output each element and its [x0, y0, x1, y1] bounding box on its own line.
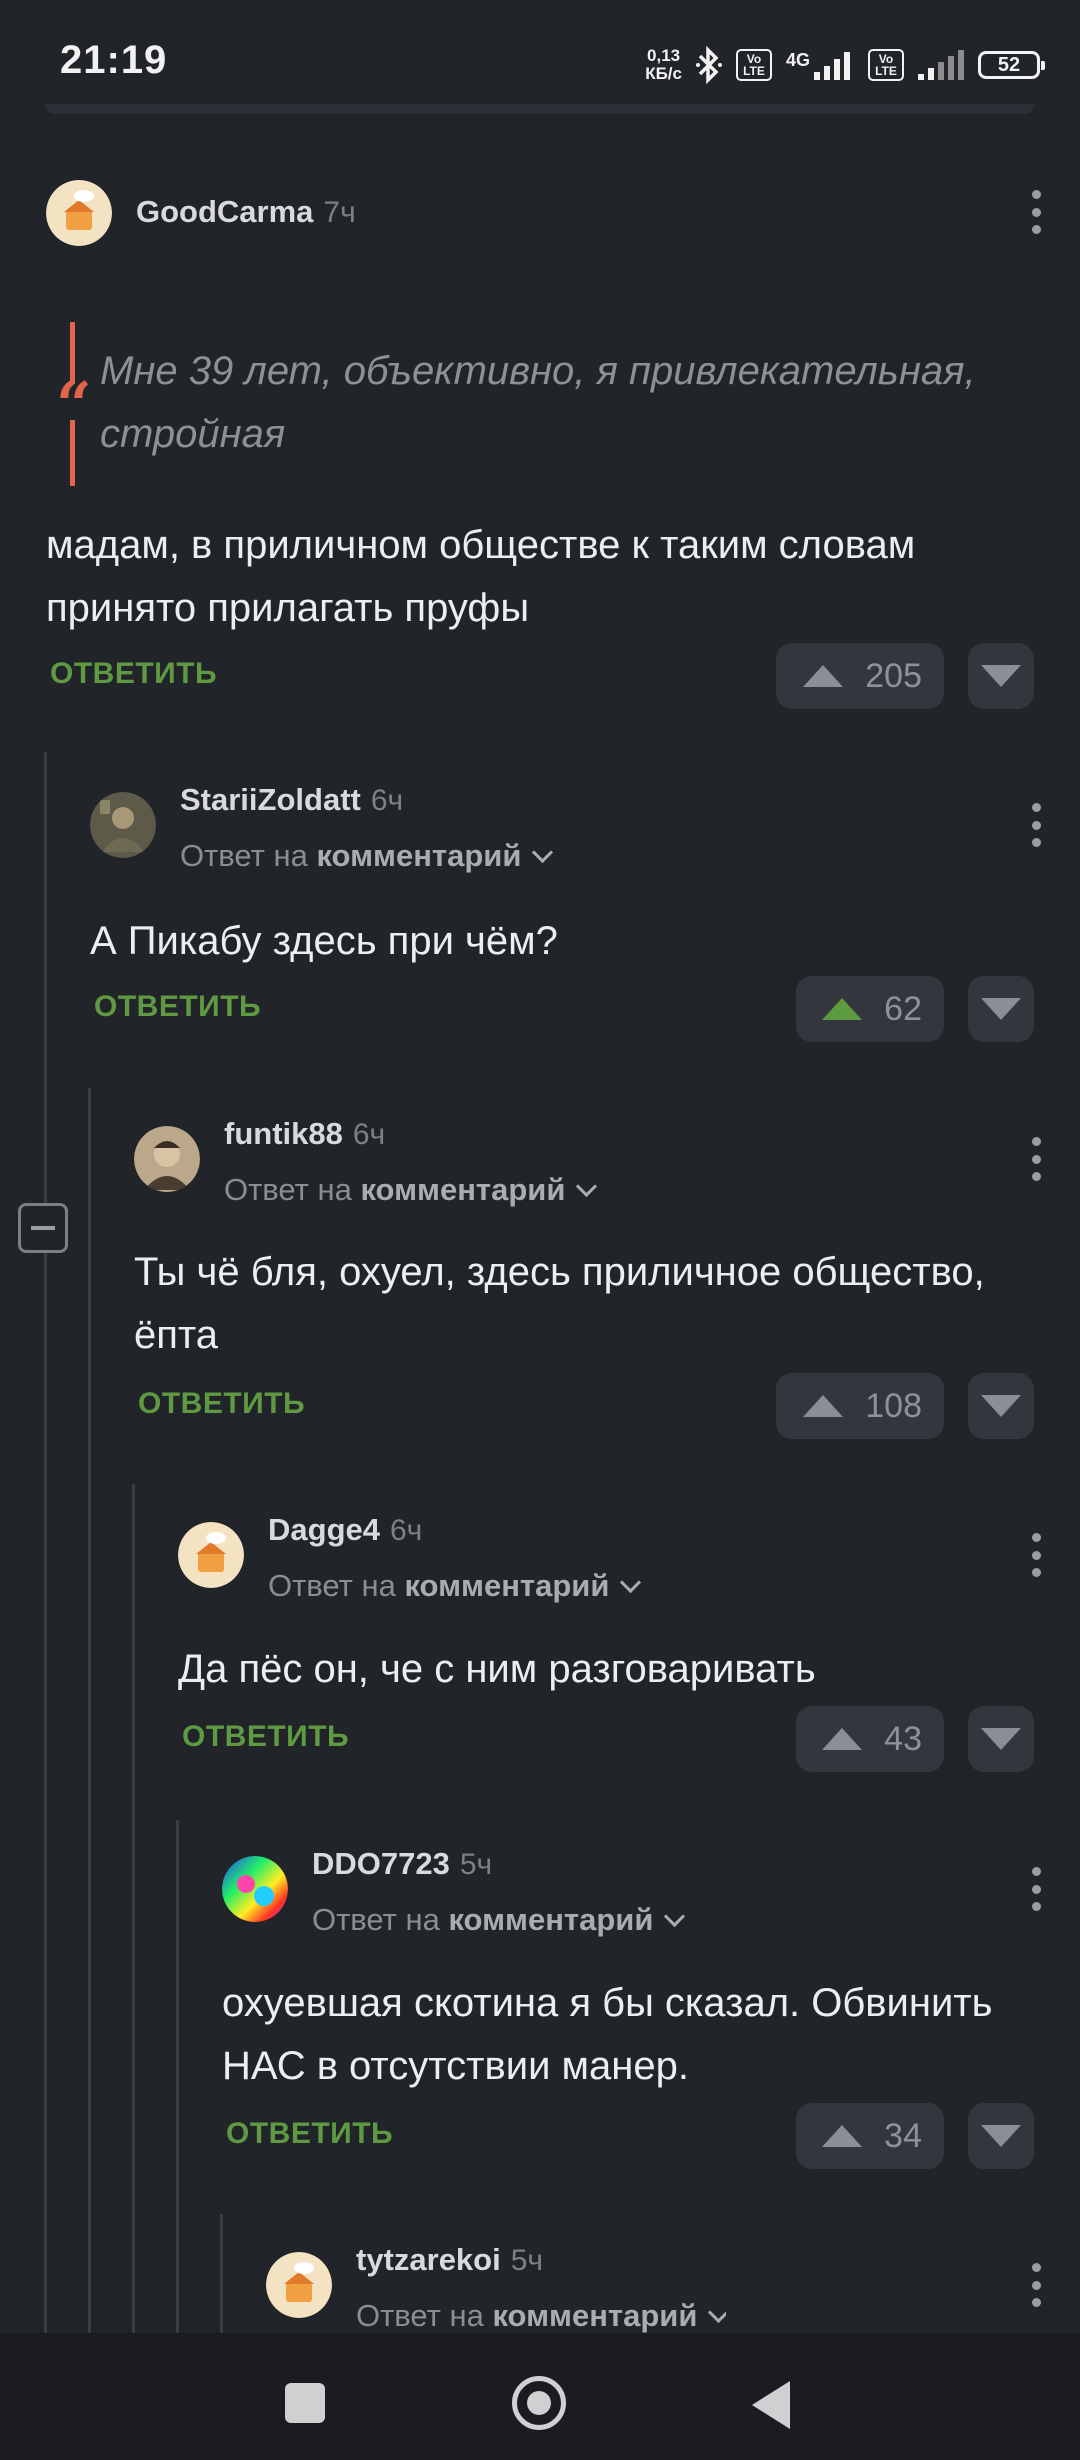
- downvote-button[interactable]: [968, 976, 1034, 1042]
- upvote-button[interactable]: 62: [796, 976, 944, 1042]
- chevron-down-icon: [532, 841, 554, 864]
- downvote-icon: [981, 2125, 1021, 2147]
- avatar[interactable]: [266, 2252, 332, 2318]
- chevron-down-icon: [664, 1905, 686, 1928]
- upvote-icon-active: [822, 998, 863, 1020]
- reply-to-link[interactable]: Ответ на комментарий: [356, 2298, 727, 2333]
- collapse-thread-button[interactable]: [18, 1203, 68, 1253]
- more-options-icon[interactable]: [1030, 1867, 1042, 1911]
- rating-count: 205: [865, 656, 922, 695]
- upvote-button[interactable]: 34: [796, 2103, 944, 2169]
- avatar[interactable]: [222, 1856, 288, 1922]
- reply-button[interactable]: ОТВЕТИТЬ: [94, 990, 261, 1024]
- downvote-icon: [981, 1395, 1021, 1417]
- rating-count: 62: [884, 989, 922, 1028]
- upvote-button[interactable]: 108: [776, 1373, 944, 1439]
- more-options-icon[interactable]: [1030, 803, 1042, 847]
- volte-icon-2: Vo LTE: [868, 49, 904, 81]
- username[interactable]: DDO7723 5ч: [312, 1846, 492, 1882]
- back-icon[interactable]: [752, 2381, 790, 2429]
- username[interactable]: StariiZoldatt 6ч: [180, 782, 403, 818]
- avatar[interactable]: [46, 180, 112, 246]
- reply-button[interactable]: ОТВЕТИТЬ: [138, 1387, 305, 1421]
- upvote-icon: [822, 2125, 863, 2147]
- comment-time: 7ч: [323, 196, 356, 229]
- comment-text: Да пёс он, че с ним разговаривать: [178, 1647, 816, 1691]
- chevron-down-icon: [708, 2301, 727, 2324]
- thread-line-2[interactable]: [88, 1088, 91, 2333]
- chevron-down-icon: [620, 1571, 642, 1594]
- reply-button[interactable]: ОТВЕТИТЬ: [226, 2117, 393, 2151]
- comment-time: 5ч: [459, 1848, 493, 1881]
- rating-count: 43: [884, 1719, 922, 1758]
- username[interactable]: GoodCarma 7ч: [136, 194, 356, 230]
- upvote-icon: [822, 1728, 863, 1750]
- home-icon[interactable]: [512, 2376, 566, 2430]
- comment-text: А Пикабу здесь при чём?: [90, 919, 558, 963]
- downvote-icon: [981, 665, 1021, 687]
- thread-line-1[interactable]: [44, 752, 47, 2333]
- reply-to-link[interactable]: Ответ на комментарий: [268, 1568, 642, 1604]
- rating-count: 34: [884, 2116, 922, 2155]
- reply-to-link[interactable]: Ответ на комментарий: [224, 1172, 598, 1208]
- reply-to-link[interactable]: Ответ на комментарий: [312, 1902, 686, 1938]
- signal-bars-icon: [814, 52, 850, 80]
- avatar[interactable]: [178, 1522, 244, 1588]
- reply-button[interactable]: ОТВЕТИТЬ: [182, 1720, 349, 1754]
- avatar[interactable]: [134, 1126, 200, 1192]
- thread-line-4[interactable]: [176, 1820, 179, 2333]
- upvote-button[interactable]: 205: [776, 643, 944, 709]
- comment-time: 6ч: [370, 784, 404, 817]
- downvote-button[interactable]: [968, 1706, 1034, 1772]
- quote-text: Мне 39 лет, объективно, я привлекательна…: [100, 349, 976, 456]
- network-type: 4G: [785, 50, 810, 70]
- bluetooth-icon: [695, 46, 722, 84]
- username[interactable]: Dagge4 6ч: [268, 1512, 422, 1548]
- signal-icon-sim1: 4G: [786, 50, 854, 80]
- volte-icon: Vo LTE: [735, 49, 772, 81]
- more-options-icon[interactable]: [1030, 1137, 1042, 1181]
- reply-to-link[interactable]: Ответ на комментарий: [180, 838, 554, 874]
- more-options-icon[interactable]: [1030, 190, 1042, 234]
- signal-bars-icon-2: [918, 50, 964, 80]
- comment-time: 6ч: [352, 1118, 386, 1151]
- status-bar: 21:19 0,13 КБ/с Vo LTE 4G Vo LTE 52: [0, 0, 1080, 110]
- navigation-bar: [0, 2333, 1080, 2460]
- more-options-icon[interactable]: [1030, 1533, 1042, 1577]
- downvote-icon: [981, 998, 1021, 1020]
- username[interactable]: funtik88 6ч: [224, 1116, 385, 1152]
- status-time: 21:19: [60, 38, 168, 82]
- chevron-down-icon: [576, 1175, 598, 1198]
- upvote-icon: [803, 1395, 844, 1417]
- comment-text: охуевшая скотина я бы сказал. Обвинить Н…: [222, 1981, 993, 2088]
- reply-button[interactable]: ОТВЕТИТЬ: [50, 657, 217, 691]
- downvote-button[interactable]: [968, 643, 1034, 709]
- avatar[interactable]: [90, 792, 156, 858]
- upvote-icon: [803, 665, 844, 687]
- downvote-icon: [981, 1728, 1021, 1750]
- network-speed: 0,13 КБ/с: [645, 46, 682, 83]
- downvote-button[interactable]: [968, 2103, 1034, 2169]
- status-icons: 0,13 КБ/с Vo LTE 4G Vo LTE 52: [645, 40, 1045, 90]
- comment-text: мадам, в приличном обществе к таким слов…: [46, 523, 916, 630]
- comment-time: 5ч: [510, 2244, 544, 2277]
- rating-count: 108: [865, 1386, 922, 1425]
- downvote-button[interactable]: [968, 1373, 1034, 1439]
- quote-block: “ Мне 39 лет, объективно, я привлекатель…: [56, 322, 1030, 486]
- username[interactable]: tytzarekoi 5ч: [356, 2242, 543, 2278]
- thread-line-3[interactable]: [132, 1484, 135, 2333]
- comment-text: Ты чё бля, охуел, здесь приличное общест…: [134, 1250, 985, 1357]
- post-divider: [46, 104, 1034, 114]
- recents-icon[interactable]: [285, 2383, 325, 2423]
- battery-icon: 52: [978, 51, 1045, 79]
- comment-time: 6ч: [389, 1514, 423, 1547]
- thread-line-5[interactable]: [220, 2214, 223, 2333]
- upvote-button[interactable]: 43: [796, 1706, 944, 1772]
- more-options-icon[interactable]: [1030, 2263, 1042, 2307]
